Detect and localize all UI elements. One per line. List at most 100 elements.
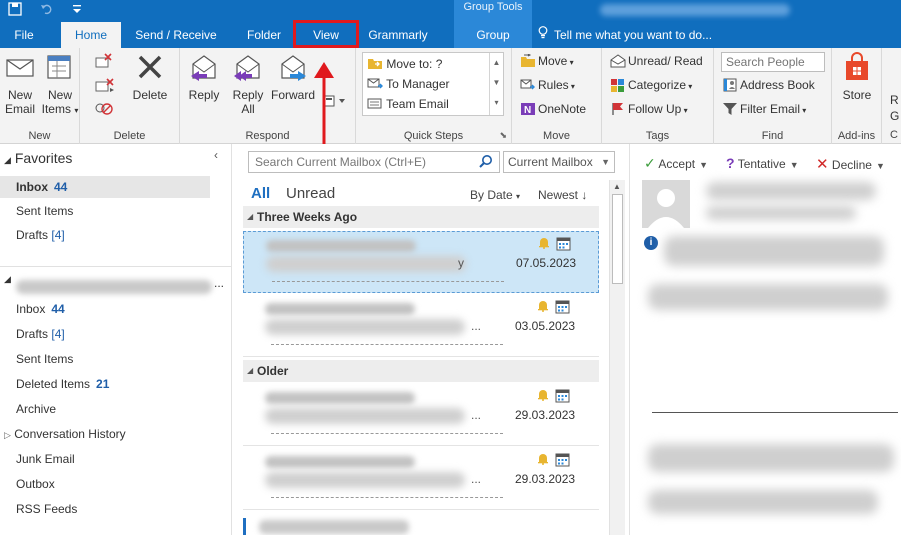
ribbon-group-label-find: Find bbox=[761, 130, 784, 142]
message-list-scrollbar[interactable]: ▲ bbox=[609, 180, 625, 535]
scroll-up-icon[interactable]: ▲ bbox=[613, 182, 621, 191]
store-button[interactable]: Store bbox=[836, 52, 878, 102]
forward-icon bbox=[278, 52, 308, 82]
quick-step-to-manager[interactable]: To Manager bbox=[367, 75, 450, 93]
message-date: 29.03.2023 bbox=[515, 472, 576, 486]
save-icon[interactable] bbox=[8, 2, 22, 19]
search-people-input[interactable] bbox=[721, 52, 825, 72]
search-icon[interactable] bbox=[479, 154, 493, 168]
account-collapse-icon[interactable]: ◢ bbox=[4, 274, 11, 285]
more-gallery-icon[interactable]: ▾ bbox=[490, 93, 503, 113]
sort-order-toggle[interactable]: Newest ↓ bbox=[538, 188, 587, 202]
tab-file[interactable]: File bbox=[4, 22, 44, 48]
info-icon: i bbox=[644, 236, 658, 250]
forward-button[interactable]: Forward bbox=[270, 52, 316, 102]
reply-all-button[interactable]: Reply All bbox=[228, 52, 268, 116]
ribbon-group-label-delete: Delete bbox=[113, 130, 146, 142]
favorites-sent-items[interactable]: Sent Items bbox=[16, 200, 73, 222]
onenote-button[interactable]: N OneNote bbox=[520, 100, 586, 118]
delete-button[interactable]: Delete bbox=[130, 52, 170, 102]
scroll-up-icon[interactable]: ▲ bbox=[490, 53, 503, 73]
reminder-bell-icon bbox=[538, 301, 548, 312]
search-scope-dropdown[interactable]: Current Mailbox ▼ bbox=[503, 151, 615, 173]
account-outbox[interactable]: Outbox bbox=[16, 473, 55, 495]
new-email-button[interactable]: New Email bbox=[2, 52, 38, 116]
account-archive[interactable]: Archive bbox=[16, 398, 56, 420]
favorites-inbox[interactable]: Inbox 44 bbox=[0, 176, 210, 198]
message-row[interactable]: y 07.05.2023 bbox=[243, 231, 599, 293]
junk-icon[interactable] bbox=[94, 98, 116, 121]
address-book-button[interactable]: Address Book bbox=[722, 76, 815, 94]
meeting-calendar-icon bbox=[556, 237, 571, 251]
tab-send-receive[interactable]: Send / Receive bbox=[128, 22, 224, 48]
filter-unread-tab[interactable]: Unread bbox=[286, 185, 335, 202]
customize-toolbar-icon[interactable] bbox=[72, 2, 82, 19]
message-row[interactable]: ... 29.03.2023 bbox=[243, 384, 599, 446]
sort-by-dropdown[interactable]: By Date ▾ bbox=[470, 188, 520, 202]
new-items-icon bbox=[45, 52, 75, 82]
tab-grammarly[interactable]: Grammarly bbox=[360, 22, 436, 48]
account-rss-feeds[interactable]: RSS Feeds bbox=[16, 498, 77, 520]
scrollbar-thumb[interactable] bbox=[612, 194, 623, 284]
new-items-button[interactable]: New Items ▾ bbox=[40, 52, 80, 118]
ribbon-tab-bar: File Home Send / Receive Folder View Gra… bbox=[0, 22, 901, 48]
accept-button[interactable]: ✓ Accept ▼ bbox=[644, 155, 708, 172]
quick-step-team-email[interactable]: Team Email bbox=[367, 95, 449, 113]
quick-steps-scroll[interactable]: ▲ ▼ ▾ bbox=[489, 53, 503, 115]
message-row[interactable]: ... 03.05.2023 bbox=[243, 295, 599, 357]
tab-folder[interactable]: Folder bbox=[236, 22, 292, 48]
favorites-header[interactable]: ◢ Favorites bbox=[4, 150, 72, 166]
follow-up-button[interactable]: Follow Up ▾ bbox=[610, 100, 688, 118]
tab-home[interactable]: Home bbox=[61, 22, 121, 48]
account-sent-items[interactable]: Sent Items bbox=[16, 348, 73, 370]
ribbon-group-label-quick-steps: Quick Steps bbox=[403, 130, 464, 142]
move-folder-icon bbox=[520, 53, 535, 68]
account-drafts[interactable]: Drafts [4] bbox=[16, 323, 65, 345]
account-junk-email[interactable]: Junk Email bbox=[16, 448, 75, 470]
filter-email-button[interactable]: Filter Email ▾ bbox=[722, 100, 806, 118]
sender-avatar bbox=[642, 180, 690, 228]
blurred-window-title bbox=[600, 4, 790, 16]
quick-steps-launcher-icon[interactable]: ⬊ bbox=[499, 130, 507, 141]
group-header-older[interactable]: ◢ Older bbox=[243, 360, 599, 382]
subject-truncation: y bbox=[458, 256, 464, 270]
quick-step-move-to[interactable]: Move to: ? bbox=[367, 55, 442, 73]
categorize-dropdown-icon: ▾ bbox=[686, 82, 693, 91]
categorize-button[interactable]: Categorize ▾ bbox=[610, 76, 692, 94]
unread-read-button[interactable]: Unread/ Read bbox=[610, 52, 703, 70]
tab-group[interactable]: Group bbox=[454, 22, 532, 48]
blurred-subject bbox=[266, 256, 466, 272]
account-conversation-history[interactable]: ▷ Conversation History bbox=[4, 423, 126, 445]
blurred-subject-line bbox=[648, 284, 888, 310]
blurred-account-name[interactable] bbox=[16, 280, 212, 294]
decline-button[interactable]: ✕ Decline ▼ bbox=[816, 155, 885, 173]
minimize-pane-icon[interactable]: ‹ bbox=[214, 148, 218, 162]
favorites-drafts[interactable]: Drafts [4] bbox=[16, 224, 65, 246]
message-row[interactable]: ... 29.03.2023 bbox=[243, 448, 599, 510]
move-button[interactable]: Move ▾ bbox=[520, 52, 574, 70]
rules-button[interactable]: Rules ▾ bbox=[520, 76, 575, 94]
expand-triangle-icon[interactable]: ▷ bbox=[4, 430, 11, 440]
reply-button[interactable]: Reply bbox=[184, 52, 224, 102]
ribbon-group-addins: Store Add-ins bbox=[832, 48, 882, 144]
account-inbox[interactable]: Inbox 44 bbox=[16, 298, 65, 320]
meeting-calendar-icon bbox=[555, 389, 570, 403]
move-dropdown-icon: ▾ bbox=[567, 58, 574, 67]
group-header-three-weeks-ago[interactable]: ◢ Three Weeks Ago bbox=[243, 206, 599, 228]
chevron-down-icon: ▾ bbox=[516, 192, 521, 201]
forward-envelope-icon bbox=[367, 77, 383, 91]
ignore-icon[interactable] bbox=[94, 52, 114, 75]
chevron-down-icon: ▼ bbox=[601, 157, 610, 167]
collapse-triangle-icon: ◢ bbox=[4, 155, 11, 165]
cut-off-ribbon-button[interactable]: R G bbox=[890, 92, 899, 124]
account-deleted-items[interactable]: Deleted Items 21 bbox=[16, 373, 109, 395]
mailbox-search-input[interactable]: Search Current Mailbox (Ctrl+E) bbox=[248, 151, 500, 173]
tell-me-box[interactable]: Tell me what you want to do... bbox=[538, 22, 712, 48]
meeting-calendar-icon bbox=[555, 453, 570, 467]
clean-up-icon[interactable] bbox=[94, 76, 116, 99]
tentative-button[interactable]: ? Tentative ▼ bbox=[726, 155, 799, 171]
filter-all-tab[interactable]: All bbox=[251, 185, 270, 202]
undo-icon[interactable] bbox=[40, 2, 54, 19]
reply-icon bbox=[189, 52, 219, 82]
scroll-down-icon[interactable]: ▼ bbox=[490, 73, 503, 93]
